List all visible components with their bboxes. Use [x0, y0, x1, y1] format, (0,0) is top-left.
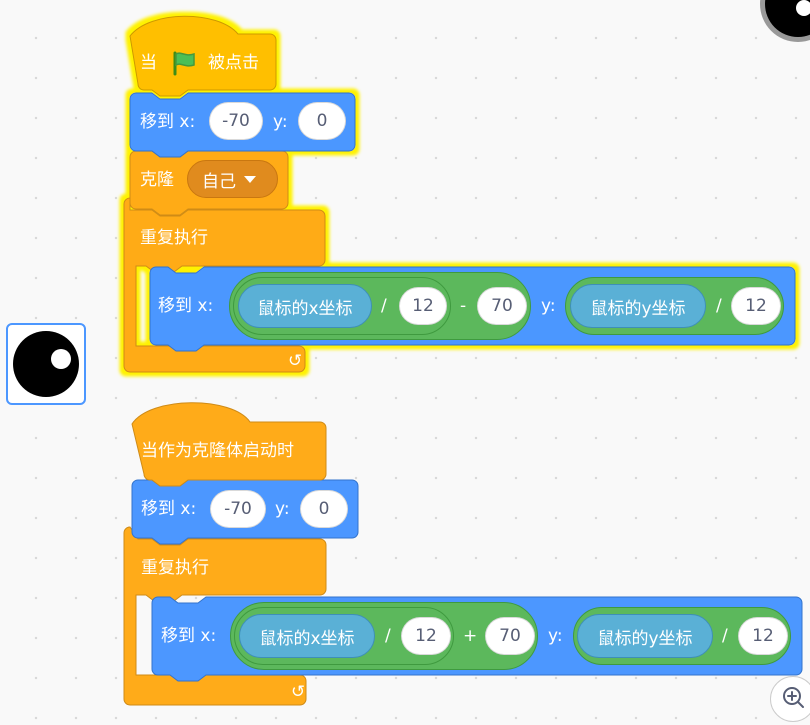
clone-target-value: 自己	[202, 171, 236, 192]
y-label: y:	[541, 296, 556, 316]
goto-label: 移到 x:	[140, 112, 196, 132]
divisor-input[interactable]: 12	[731, 287, 781, 325]
x-input[interactable]: -70	[210, 490, 266, 528]
offset-input[interactable]: 70	[477, 287, 527, 325]
mouse-x-reporter[interactable]: 鼠标的x坐标	[238, 284, 372, 328]
y-label: y:	[273, 112, 288, 132]
minus-symbol: -	[460, 296, 467, 316]
mouse-y-reporter[interactable]: 鼠标的y坐标	[577, 614, 713, 658]
hat-prefix: 当	[140, 53, 157, 73]
clone-label: 克隆	[140, 170, 174, 190]
offset-input[interactable]: 70	[485, 617, 535, 655]
x-input[interactable]: -70	[209, 102, 263, 140]
goto-label: 移到 x:	[161, 626, 217, 646]
green-flag-icon	[173, 51, 195, 76]
divisor-input[interactable]: 12	[401, 617, 451, 655]
mouse-x-reporter[interactable]: 鼠标的x坐标	[239, 614, 375, 658]
divisor-input[interactable]: 12	[738, 617, 788, 655]
loop-arrow-icon: ↺	[288, 351, 303, 371]
zoom-in-icon	[783, 687, 804, 708]
y-label: y:	[275, 499, 290, 519]
forever-label-2: 重复执行	[141, 558, 209, 578]
divide-symbol: /	[381, 296, 387, 316]
sprite-preview[interactable]	[758, 0, 810, 44]
y-label: y:	[548, 626, 563, 646]
sprite-thumbnail[interactable]	[6, 323, 86, 405]
clone-target-dropdown[interactable]: 自己	[187, 160, 278, 198]
zoom-in-button[interactable]	[770, 676, 810, 722]
hat-suffix: 被点击	[208, 53, 259, 73]
mouse-y-reporter[interactable]: 鼠标的y坐标	[570, 284, 706, 328]
goto-label: 移到 x:	[141, 499, 197, 519]
divisor-input[interactable]: 12	[399, 287, 447, 325]
divide-symbol: /	[722, 626, 728, 646]
y-input[interactable]: 0	[300, 490, 348, 528]
when-start-as-clone-block[interactable]: 当作为克隆体启动时	[141, 443, 294, 460]
divide-symbol: /	[716, 296, 722, 316]
plus-symbol: +	[463, 626, 478, 646]
divide-symbol: /	[385, 626, 391, 646]
goto-label: 移到 x:	[158, 296, 214, 316]
loop-arrow-icon: ↺	[291, 682, 306, 702]
chevron-down-icon	[244, 175, 256, 183]
forever-label-1: 重复执行	[140, 228, 208, 248]
y-input[interactable]: 0	[298, 102, 346, 140]
eye-sprite-icon	[13, 331, 79, 397]
